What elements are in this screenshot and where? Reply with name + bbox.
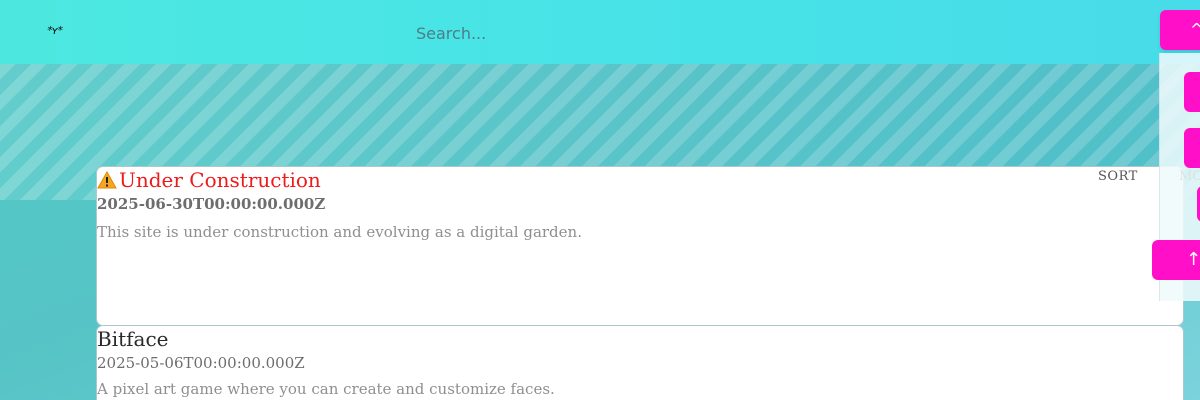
post-card[interactable]: Under Construction 2025-06-30T00:00:00.0… xyxy=(96,166,1184,326)
top-header: *ʏ* xyxy=(0,0,1200,64)
sort-label[interactable]: SORT xyxy=(1098,169,1138,184)
scroll-to-top-button[interactable]: ↑ xyxy=(1152,240,1200,280)
post-title[interactable]: Bitface xyxy=(97,327,169,351)
warning-icon xyxy=(97,171,117,189)
search-input[interactable] xyxy=(416,20,776,46)
post-card[interactable]: Bitface 2025-05-06T00:00:00.000Z A pixel… xyxy=(96,325,1184,400)
post-description: This site is under construction and evol… xyxy=(97,223,582,241)
side-button-1[interactable] xyxy=(1184,72,1200,112)
post-description: A pixel art game where you can create an… xyxy=(97,380,555,398)
post-date: 2025-06-30T00:00:00.000Z xyxy=(97,195,326,213)
post-title-text: Under Construction xyxy=(119,168,321,192)
caret-up-icon: ^ xyxy=(1190,20,1200,39)
site-logo[interactable]: *ʏ* xyxy=(46,24,63,37)
menu-toggle-button[interactable]: ^ xyxy=(1160,10,1200,50)
arrow-up-icon: ↑ xyxy=(1186,249,1200,270)
side-button-2[interactable] xyxy=(1184,128,1200,168)
post-date: 2025-05-06T00:00:00.000Z xyxy=(97,354,305,372)
post-title[interactable]: Under Construction xyxy=(97,168,321,192)
